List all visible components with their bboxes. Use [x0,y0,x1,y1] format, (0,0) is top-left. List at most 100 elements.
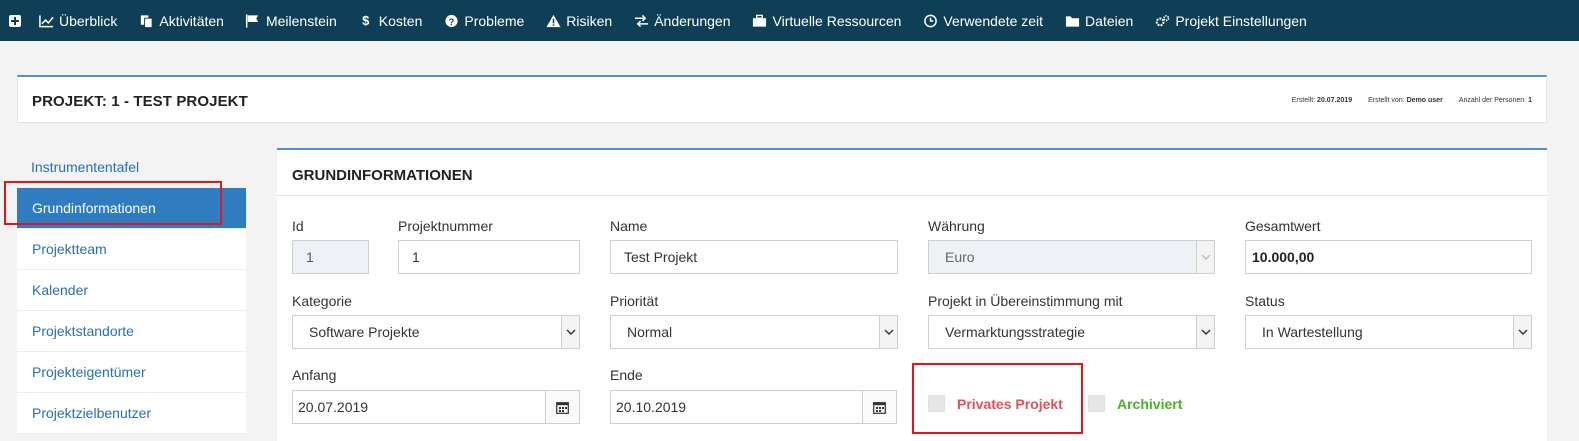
highlight-box [4,181,222,225]
chevron-down-icon [1196,316,1214,348]
created-by-value: Demo user [1406,97,1443,104]
calendar-icon[interactable] [862,391,896,423]
highlight-box [912,363,1083,434]
nav-item-verwendete-zeit[interactable]: Verwendete zeit [922,13,1043,29]
folder-icon [1064,14,1080,28]
top-navigation: Überblick Aktivitäten Meilenstein $ Kost… [0,0,1579,41]
created-info: Erstellt: 20.07.2019 [1292,97,1352,104]
nav-item-aktivitaeten[interactable]: Aktivitäten [138,13,224,29]
persons-info: Anzahl der Personen: 1 [1459,97,1532,104]
name-field[interactable]: Test Projekt [610,240,898,274]
nav-label: Kosten [378,12,423,29]
cogs-icon [1154,14,1170,28]
nav-item-ueberblick[interactable]: Überblick [38,13,117,29]
nav-item-probleme[interactable]: ? Probleme [443,13,524,29]
dollar-icon: $ [362,13,370,28]
created-label: Erstellt: [1291,97,1316,104]
persons-label: Anzahl der Personen: [1458,97,1527,104]
chart-line-icon [38,14,54,28]
nav-label: Virtuelle Ressourcen [772,12,902,29]
gesamtwert-field[interactable]: 10.000,00 [1245,240,1532,274]
sidebar-item-label: Instrumententafel [31,159,140,175]
nav-item-risiken[interactable]: Risiken [545,13,612,29]
sidebar-item-label: Projektstandorte [32,323,134,339]
sidebar-item-projektteam[interactable]: Projektteam [17,229,246,270]
status-select[interactable]: In Wartestellung [1245,315,1532,349]
kategorie-value: Software Projekte [309,324,420,340]
prioritaet-label: Priorität [610,293,659,309]
chevron-down-icon [1513,316,1531,348]
project-header: PROJEKT: 1 - TEST PROJEKT Erstellt: 20.0… [17,75,1547,123]
copy-icon [138,14,154,28]
sidebar-item-label: Projektzielbenutzer [32,405,152,421]
clock-icon [922,14,938,28]
projektnummer-field[interactable]: 1 [398,240,580,274]
persons-value: 1 [1528,97,1532,104]
kategorie-select[interactable]: Software Projekte [292,315,580,349]
sidebar-item-label: Kalender [32,282,89,298]
created-by-label: Erstellt von: [1368,97,1405,104]
id-field: 1 [292,240,369,274]
nav-label: Dateien [1085,12,1134,29]
nav-label: Überblick [59,12,118,29]
anfang-label: Anfang [292,367,337,383]
waehrung-label: Währung [928,218,985,234]
add-icon[interactable] [9,14,21,27]
sidebar-item-label: Projekteigentümer [32,364,146,380]
nav-item-virtuelle-ressourcen[interactable]: Virtuelle Ressourcen [752,12,902,29]
projektnummer-label: Projektnummer [398,218,493,234]
sidebar-item-kalender[interactable]: Kalender [17,270,246,311]
nav-label: Verwendete zeit [943,12,1044,29]
anfang-value: 20.07.2019 [298,399,369,415]
chevron-down-icon [879,316,897,348]
nav-label: Projekt Einstellungen [1175,12,1307,29]
waehrung-value: Euro [945,249,975,265]
created-by-info: Erstellt von: Demo user [1368,97,1443,104]
ende-value: 20.10.2019 [616,399,687,415]
nav-label: Aktivitäten [159,12,224,29]
flag-icon [245,13,261,28]
chevron-down-icon [1196,241,1214,273]
calendar-icon[interactable] [545,391,579,423]
waehrung-select: Euro [928,240,1215,274]
svg-text:?: ? [449,16,455,26]
prioritaet-value: Normal [627,324,673,340]
anfang-date-field[interactable]: 20.07.2019 [292,390,580,424]
kategorie-label: Kategorie [292,293,352,309]
exchange-icon [633,14,649,28]
sidebar-item-label: Projektteam [32,241,107,257]
chevron-down-icon [561,316,579,348]
sidebar-item-projektstandorte[interactable]: Projektstandorte [17,311,246,352]
uebereinstimmung-label: Projekt in Übereinstimmung mit [928,293,1123,309]
section-title: GRUNDINFORMATIONEN [292,167,473,184]
prioritaet-select[interactable]: Normal [610,315,898,349]
nav-label: Meilenstein [265,12,337,29]
ende-date-field[interactable]: 20.10.2019 [610,390,897,424]
uebereinstimmung-select[interactable]: Vermarktungsstrategie [928,315,1215,349]
nav-label: Probleme [464,12,525,29]
archiviert-label: Archiviert [1117,396,1183,412]
sidebar-item-projektzielbenutzer[interactable]: Projektzielbenutzer [17,393,246,434]
page-title: PROJEKT: 1 - TEST PROJEKT [32,93,248,110]
briefcase-icon [752,14,768,28]
ende-label: Ende [610,367,643,383]
uebereinstimmung-value: Vermarktungsstrategie [945,324,1086,340]
divider [277,195,1547,196]
sidebar-item-projekteigentuemer[interactable]: Projekteigentümer [17,352,246,393]
id-label: Id [292,218,304,234]
nav-item-meilenstein[interactable]: Meilenstein [245,13,337,29]
nav-item-kosten[interactable]: $ Kosten [358,12,423,29]
nav-item-aenderungen[interactable]: Änderungen [633,12,731,29]
name-label: Name [610,218,648,234]
gesamtwert-label: Gesamtwert [1245,218,1321,234]
nav-label: Risiken [566,12,613,29]
nav-item-projekt-einstellungen[interactable]: Projekt Einstellungen [1154,13,1307,29]
nav-label: Änderungen [654,12,731,29]
created-value: 20.07.2019 [1317,97,1353,104]
nav-item-dateien[interactable]: Dateien [1064,13,1133,29]
status-value: In Wartestellung [1262,324,1363,340]
status-label: Status [1245,293,1285,309]
warning-icon [545,14,561,28]
archiviert-checkbox[interactable] [1088,395,1105,412]
question-circle-icon: ? [443,14,459,28]
